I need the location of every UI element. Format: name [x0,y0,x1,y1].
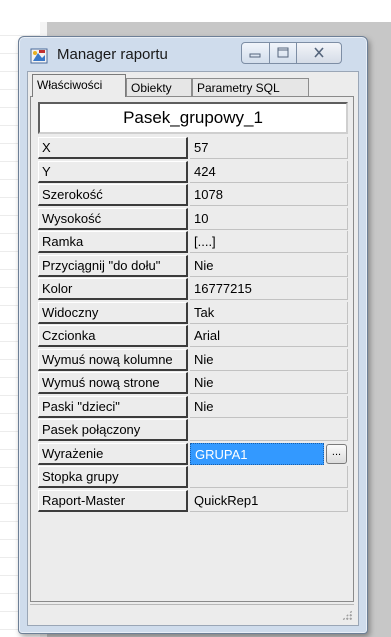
property-label: Raport-Master [38,489,188,512]
maximize-button[interactable] [269,42,297,64]
property-row[interactable]: Wymuś nową kolumne Nie [38,348,348,373]
property-value[interactable]: 10 [190,207,348,230]
property-label: Czcionka [38,325,188,347]
property-label: Pasek połączony [38,419,188,441]
window-controls [241,42,361,64]
property-row[interactable]: Raport-Master QuickRep1 [38,489,348,514]
tab-wlasciwosci[interactable]: Właściwości [32,74,126,97]
resize-grip-icon[interactable] [342,610,352,620]
property-value[interactable]: Nie [190,254,348,277]
tab-parametry-sql[interactable]: Parametry SQL [192,78,309,96]
title-bar[interactable]: Manager raportu [19,37,367,71]
property-value[interactable]: 16777215 [190,278,348,300]
property-row[interactable]: Szerokość 1078 [38,184,348,208]
minimize-button[interactable] [241,42,270,64]
report-manager-window: Manager raportu Właściwości Obiekty Para… [18,36,368,634]
window-title: Manager raportu [57,46,168,63]
tab-obiekty[interactable]: Obiekty [126,78,192,96]
status-bar [30,604,354,622]
property-value[interactable]: 1078 [190,184,348,206]
property-row[interactable]: Pasek połączony [38,419,348,443]
property-row[interactable]: Kolor 16777215 [38,278,348,302]
app-icon [30,48,48,64]
property-label: Wymuś nową kolumne [38,348,188,371]
background-top [0,0,391,22]
property-label: X [38,137,188,159]
property-row[interactable]: Y 424 [38,160,348,185]
property-value[interactable]: Tak [190,301,348,324]
window-client-area: Właściwości Obiekty Parametry SQL Pasek_… [27,71,359,626]
property-value[interactable]: Nie [190,395,348,418]
tab-bar: Właściwości Obiekty Parametry SQL [30,74,356,97]
property-row[interactable]: Przyciągnij "do dołu" Nie [38,254,348,279]
maximize-icon [277,47,289,58]
property-label: Y [38,160,188,183]
property-value[interactable] [190,419,348,441]
property-label: Widoczny [38,301,188,324]
property-label: Szerokość [38,184,188,206]
property-value[interactable] [190,466,348,488]
property-value-selected[interactable]: GRUPA1 [190,442,324,465]
minimize-icon [249,53,261,58]
property-row[interactable]: Widoczny Tak [38,301,348,326]
property-label: Stopka grupy [38,466,188,488]
property-label: Paski "dzieci" [38,395,188,418]
properties-panel: Pasek_grupowy_1 X 57 Y 424 Szerokość 107… [30,96,354,602]
property-row[interactable]: Wymuś nową strone Nie [38,372,348,396]
property-label: Kolor [38,278,188,300]
property-row[interactable]: Paski "dzieci" Nie [38,395,348,420]
property-label: Wyrażenie [38,442,188,465]
properties-grid: X 57 Y 424 Szerokość 1078 Wysokość 10 Ra… [38,137,348,513]
property-value[interactable]: QuickRep1 [190,489,348,512]
property-value[interactable]: 57 [190,137,348,159]
property-row[interactable]: X 57 [38,137,348,161]
property-label: Wymuś nową strone [38,372,188,394]
ellipsis-button[interactable]: ... [326,443,347,464]
property-value[interactable]: [....] [190,231,348,253]
property-row[interactable]: Ramka [....] [38,231,348,255]
property-value[interactable]: Nie [190,372,348,394]
property-row-selected[interactable]: Wyrażenie GRUPA1 ... [38,442,348,467]
property-row[interactable]: Wysokość 10 [38,207,348,232]
close-icon [314,47,324,58]
property-label: Wysokość [38,207,188,230]
property-value[interactable]: Arial [190,325,348,347]
property-label: Przyciągnij "do dołu" [38,254,188,277]
property-value[interactable]: 424 [190,160,348,183]
property-row[interactable]: Czcionka Arial [38,325,348,349]
component-name-field[interactable]: Pasek_grupowy_1 [38,102,348,134]
property-value[interactable]: Nie [190,348,348,371]
property-label: Ramka [38,231,188,253]
property-row[interactable]: Stopka grupy [38,466,348,490]
close-button[interactable] [296,42,342,64]
